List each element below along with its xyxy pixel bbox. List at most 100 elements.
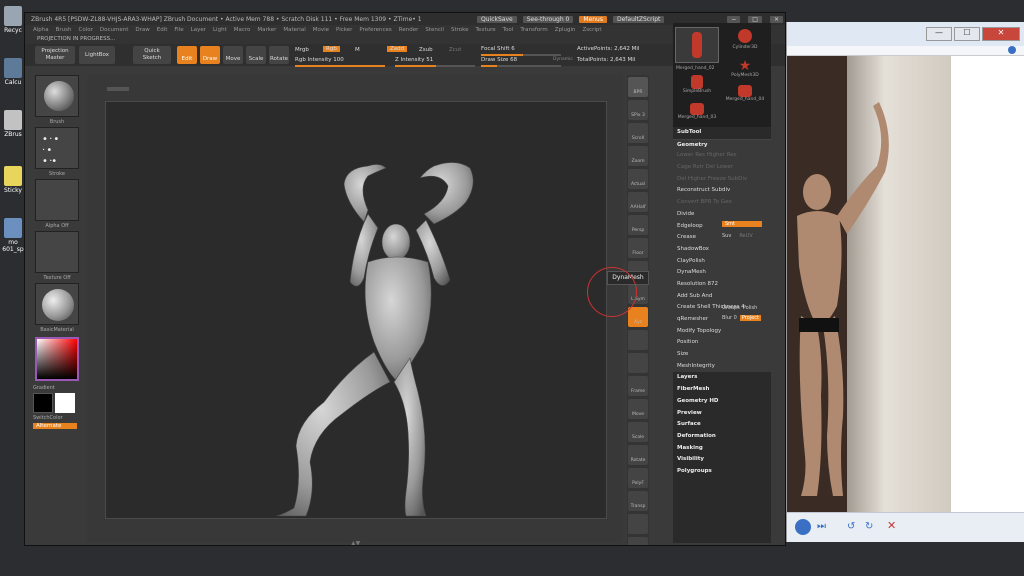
next-icon[interactable]: ⏭ (817, 521, 826, 532)
zadd-button[interactable]: Zadd (387, 46, 408, 52)
delete-icon[interactable]: ✕ (887, 519, 896, 532)
menu-item[interactable]: Preferences (359, 27, 391, 33)
menu-item[interactable]: Zplugin (555, 27, 576, 33)
alpha-selector[interactable] (35, 179, 79, 221)
tool-thumb-merged-hand-02[interactable]: Merged_hand_02 (675, 27, 719, 71)
desktop-icon-calculator[interactable]: Calcu (2, 58, 24, 86)
panel-item[interactable]: Position (673, 337, 771, 350)
right-shelf-button[interactable]: Move (628, 399, 648, 419)
material-selector[interactable] (35, 283, 79, 325)
menu-item[interactable]: Light (213, 27, 227, 33)
panel-item[interactable]: Convert BPR To Geo (673, 197, 771, 209)
menu-item[interactable]: Document (100, 27, 129, 33)
tool-thumb-cylinder3d[interactable]: Cylinder3D (723, 27, 767, 53)
panel-item[interactable]: Geometry HD (673, 396, 771, 408)
quick-sketch-button[interactable]: Quick Sketch (133, 46, 171, 64)
right-shelf-button[interactable]: Actual (628, 169, 648, 189)
menu-item[interactable]: Transform (520, 27, 547, 33)
panel-item[interactable]: Divide (673, 208, 771, 221)
menu-item[interactable]: Draw (135, 27, 149, 33)
rgb-intensity-slider[interactable]: Rgb Intensity 100 (295, 57, 344, 63)
menu-item[interactable]: File (174, 27, 183, 33)
help-icon[interactable] (1008, 46, 1016, 54)
z-intensity-track[interactable] (395, 65, 475, 67)
panel-item[interactable]: Add Sub And (673, 290, 771, 303)
right-shelf-button[interactable]: Rotate (628, 445, 648, 465)
right-shelf-button[interactable] (628, 514, 648, 534)
right-shelf-button[interactable]: SPix 3 (628, 100, 648, 120)
see-through-slider[interactable]: See-through 0 (522, 15, 574, 23)
right-shelf-button[interactable]: Scroll (628, 123, 648, 143)
primary-color-swatch[interactable] (55, 393, 75, 413)
panel-item[interactable]: Size (673, 349, 771, 361)
polish-toggle[interactable]: Polish (743, 305, 757, 311)
panel-item[interactable]: SubTool (673, 127, 771, 139)
right-shelf-button[interactable] (628, 330, 648, 350)
menu-item[interactable]: Macro (234, 27, 251, 33)
play-button-icon[interactable] (795, 519, 811, 535)
rotate-button[interactable]: Rotate (269, 46, 289, 64)
blur-slider[interactable]: Blur 0 (722, 315, 737, 321)
document-canvas[interactable] (105, 101, 607, 519)
stroke-selector[interactable]: • · • · • • ·• (35, 127, 79, 169)
default-zscript-button[interactable]: DefaultZScript (612, 15, 665, 23)
panel-item[interactable]: DynaMesh (673, 267, 771, 279)
tool-thumb-polymesh3d[interactable]: ★ PolyMesh3D (723, 59, 767, 83)
focal-shift-track[interactable] (481, 54, 561, 56)
panel-item[interactable]: Layers (673, 372, 771, 384)
menu-item[interactable]: Zscript (582, 27, 601, 33)
panel-item[interactable]: Deformation (673, 431, 771, 443)
scale-button[interactable]: Scale (246, 46, 266, 64)
menu-item[interactable]: Brush (56, 27, 72, 33)
panel-item[interactable]: Cage Rstr Del Lower (673, 162, 771, 174)
menu-item[interactable]: Picker (336, 27, 352, 33)
rotate-left-icon[interactable]: ↺ (847, 521, 855, 532)
move-button[interactable]: Move (223, 46, 243, 64)
panel-item[interactable]: Polygroups (673, 466, 771, 478)
mrgb-button[interactable]: Mrgb (295, 47, 309, 53)
menus-button[interactable]: Menus (579, 15, 607, 23)
dynamic-button[interactable]: Dynamic (553, 57, 573, 62)
smt-toggle[interactable]: Smt (722, 221, 762, 227)
draw-size-slider[interactable]: Draw Size 68 (481, 57, 517, 63)
panel-item[interactable]: Masking (673, 443, 771, 455)
panel-item[interactable]: Modify Topology (673, 325, 771, 338)
menu-item[interactable]: Material (283, 27, 305, 33)
right-shelf-button[interactable]: Persp (628, 215, 648, 235)
z-intensity-slider[interactable]: Z Intensity 51 (395, 57, 433, 63)
brush-selector[interactable] (35, 75, 79, 117)
right-shelf-button[interactable]: AAHalf (628, 192, 648, 212)
right-shelf-button[interactable]: Transp (628, 491, 648, 511)
desktop-icon-zbrush[interactable]: ZBrus (2, 110, 24, 138)
rgb-intensity-track[interactable] (295, 65, 385, 67)
zcut-button[interactable]: Zcut (449, 47, 461, 53)
panel-item[interactable]: ShadowBox (673, 243, 771, 256)
lightbox-button[interactable]: LightBox (79, 46, 115, 64)
panel-item[interactable]: FiberMesh (673, 384, 771, 396)
panel-item[interactable]: Preview (673, 408, 771, 420)
zsub-button[interactable]: Zsub (419, 47, 433, 53)
menu-item[interactable]: Texture (476, 27, 496, 33)
quicksave-button[interactable]: QuickSave (477, 15, 517, 23)
tool-thumb-merged-hand-04[interactable]: Merged_hand_04 (723, 85, 767, 109)
desktop-icon-movie[interactable]: mo 601_sp (2, 218, 24, 253)
viewer-close-icon[interactable]: ✕ (982, 27, 1020, 41)
canvas-nav-icon[interactable]: ▲▼ (351, 540, 360, 545)
viewer-maximize-icon[interactable]: ☐ (954, 27, 980, 41)
panel-item[interactable]: MeshIntegrity (673, 360, 771, 373)
alternate-button[interactable]: Alternate (33, 423, 77, 429)
projection-master-button[interactable]: Projection Master (35, 46, 75, 64)
suv-toggle[interactable]: Suv (722, 233, 731, 239)
right-shelf-button[interactable]: Xyz (628, 307, 648, 327)
canvas-scrollbar[interactable] (107, 87, 129, 91)
right-shelf-button[interactable]: Ghost (628, 537, 648, 545)
maximize-icon[interactable]: □ (748, 15, 762, 23)
panel-item[interactable]: Surface (673, 419, 771, 431)
menu-item[interactable]: Color (79, 27, 93, 33)
close-icon[interactable]: × (769, 15, 783, 23)
right-shelf-button[interactable]: Scale (628, 422, 648, 442)
panel-item[interactable]: Visibility (673, 454, 771, 466)
menu-item[interactable]: Tool (503, 27, 514, 33)
focal-shift-slider[interactable]: Focal Shift 6 (481, 46, 515, 52)
rotate-right-icon[interactable]: ↻ (865, 521, 873, 532)
